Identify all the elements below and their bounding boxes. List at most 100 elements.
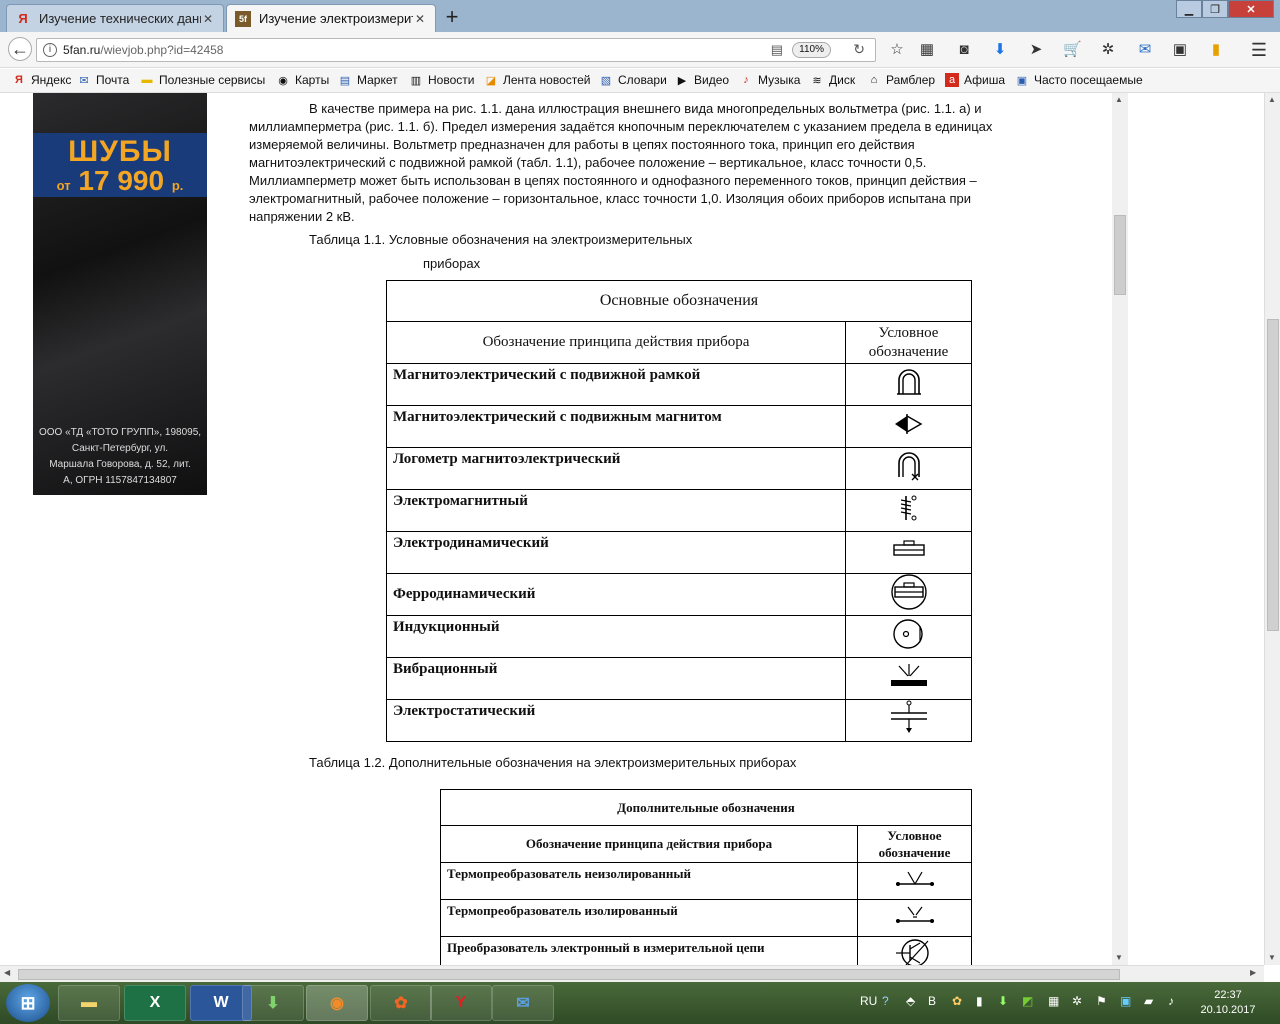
electrodynamic-symbol <box>845 531 972 574</box>
scroll-up-arrow-icon[interactable]: ▲ <box>1115 95 1123 104</box>
windows-taskbar: ⊞ ▬ X W ⬇ ◉ ✿ Y ✉ RU ? ⬘ В ✿ ▮ ⬇ ◩ ▦ ✲ ⚑… <box>0 982 1280 1024</box>
scroll-right-arrow-icon[interactable]: ▶ <box>1250 968 1256 977</box>
reader-view-icon[interactable]: ▤ <box>771 42 783 58</box>
scroll-up-arrow-icon[interactable]: ▲ <box>1268 95 1276 104</box>
bookmark-services[interactable]: ▬ Полезные сервисы <box>140 73 266 87</box>
language-indicator[interactable]: RU <box>860 994 877 1008</box>
bookmark-music[interactable]: ♪ Музыка <box>739 73 800 87</box>
page-scroll-thumb[interactable] <box>1267 319 1279 631</box>
table1-caption: Таблица 1.1. Условные обозначения на эле… <box>309 232 693 247</box>
column-header: Обозначение принципа действия прибора <box>386 321 846 364</box>
dictionary-icon: ▧ <box>600 74 612 87</box>
cart-icon[interactable]: 🛒 <box>1063 41 1082 59</box>
url-bar[interactable]: i 5fan.ru/wievjob.php?id=42458 ▤ 110% ↻ <box>36 38 876 62</box>
signal-icon[interactable]: ▰ <box>1144 994 1153 1008</box>
screenshot-icon[interactable]: ▣ <box>1171 41 1189 59</box>
help-icon[interactable]: ? <box>882 994 889 1008</box>
table-basic-symbols: Основные обозначения Обозначение принцип… <box>386 280 972 742</box>
flag-icon[interactable]: ⚑ <box>1096 994 1107 1008</box>
tray-arrows-icon[interactable]: ⬘ <box>906 994 915 1008</box>
media-player-icon[interactable]: ✿ <box>370 985 432 1021</box>
bookmark-dictionaries[interactable]: ▧ Словари <box>599 73 667 87</box>
close-tab-icon[interactable]: ✕ <box>413 12 427 26</box>
ad-headline: ШУБЫ <box>68 135 172 168</box>
firefox-icon[interactable]: ◉ <box>306 985 368 1021</box>
download-icon[interactable]: ⬇ <box>991 41 1009 59</box>
tray-gear-icon[interactable]: ✲ <box>1072 994 1082 1008</box>
bookmark-mail[interactable]: ✉ Почта <box>77 73 129 87</box>
tray-download-icon[interactable]: ⬇ <box>998 994 1008 1008</box>
vk-icon[interactable]: В <box>928 994 936 1008</box>
tab-technical-data[interactable]: Я Изучение технических данн ✕ <box>6 4 224 32</box>
menu-icon[interactable]: ☰ <box>1250 41 1268 59</box>
tray-flower-icon[interactable]: ✿ <box>952 994 962 1008</box>
bookmark-market[interactable]: ▤ Маркет <box>338 73 398 87</box>
horizontal-scroll-thumb[interactable] <box>18 969 1120 980</box>
maximize-button[interactable]: ❐ <box>1202 0 1228 18</box>
yandex-browser-icon[interactable]: Y <box>430 985 492 1021</box>
bookmark-disk[interactable]: ≋ Диск <box>810 73 855 87</box>
market-icon: ▤ <box>339 74 351 87</box>
pocket-icon[interactable]: ◙ <box>955 41 973 59</box>
bookmark-newsfeed[interactable]: ◪ Лента новостей <box>484 73 591 87</box>
moving-coil-symbol <box>845 363 972 406</box>
bookmark-news[interactable]: ▥ Новости <box>409 73 475 87</box>
info-icon[interactable]: i <box>43 43 57 57</box>
table-row-label: Преобразователь электронный в измеритель… <box>440 936 858 965</box>
star-icon[interactable]: ☆ <box>888 41 906 59</box>
download-icon[interactable]: ⬇ <box>242 985 304 1021</box>
thermo-uninsulated-symbol <box>857 862 972 900</box>
tab-electrical-meters[interactable]: 5f Изучение электроизмерите ✕ <box>226 4 436 32</box>
battery-icon[interactable]: ▮ <box>976 994 983 1008</box>
content-scroll-thumb[interactable] <box>1114 215 1126 295</box>
minimize-button[interactable]: ▁ <box>1176 0 1202 18</box>
map-icon: ◉ <box>278 74 288 87</box>
scroll-down-arrow-icon[interactable]: ▼ <box>1115 953 1123 962</box>
extension-icon[interactable]: ✲ <box>1099 41 1117 59</box>
reading-list-icon[interactable]: ▦ <box>918 41 936 59</box>
thunderbird-icon[interactable]: ✉ <box>492 985 554 1021</box>
network-icon[interactable]: ▦ <box>1048 994 1059 1008</box>
start-button[interactable]: ⊞ <box>6 984 50 1022</box>
clock[interactable]: 22:37 20.10.2017 <box>1196 988 1260 1018</box>
content-scrollbar[interactable]: ▲ ▼ <box>1112 93 1128 965</box>
url-text[interactable]: 5fan.ru/wievjob.php?id=42458 <box>63 43 223 57</box>
new-tab-button[interactable]: + <box>440 4 464 30</box>
close-window-button[interactable]: ✕ <box>1228 0 1274 18</box>
bookmark-maps[interactable]: ◉ Карты <box>276 73 329 87</box>
electrostatic-symbol <box>845 699 972 742</box>
excel-icon[interactable]: X <box>124 985 186 1021</box>
explorer-icon[interactable]: ▬ <box>58 985 120 1021</box>
yandex-icon: Я <box>18 11 28 26</box>
scroll-down-arrow-icon[interactable]: ▼ <box>1268 953 1276 962</box>
volume-icon[interactable]: ♪ <box>1168 994 1174 1008</box>
bookmark-flag-icon[interactable]: ▮ <box>1207 41 1225 59</box>
bookmark-yandex[interactable]: Я Яндекс <box>12 73 71 87</box>
send-icon[interactable]: ➤ <box>1027 41 1045 59</box>
bookmark-frequent[interactable]: ▣ Часто посещаемые <box>1015 73 1143 87</box>
article-line: измеряемой величины. Вольтметр предназна… <box>249 137 915 152</box>
advertisement-banner[interactable]: ШУБЫ от 17 990 р. ООО «ТД «ТОТО ГРУПП», … <box>33 93 207 495</box>
site-icon: 5f <box>235 10 251 27</box>
table-row-label: Магнитоэлектрический с подвижным магнито… <box>386 405 846 448</box>
column-header: Условное обозначение <box>845 321 972 364</box>
bookmark-video[interactable]: ▶ Видео <box>675 73 729 87</box>
back-button[interactable]: ← <box>8 37 32 61</box>
tab-strip: Я Изучение технических данн ✕ 5f Изучени… <box>0 0 1280 32</box>
bookmark-afisha[interactable]: a Афиша <box>945 73 1005 87</box>
horizontal-scrollbar[interactable]: ◀ ▶ <box>0 965 1264 982</box>
thermo-insulated-symbol <box>857 899 972 937</box>
article-line: электромагнитный, рабочее положение – го… <box>249 191 972 206</box>
bookmark-rambler[interactable]: ⌂ Рамблер <box>867 73 935 87</box>
mail-badge-icon[interactable]: ✉ <box>1136 41 1154 59</box>
page-scrollbar[interactable]: ▲ ▼ <box>1264 93 1280 965</box>
tray-app-icon[interactable]: ▣ <box>1120 994 1131 1008</box>
close-tab-icon[interactable]: ✕ <box>201 12 215 26</box>
reload-icon[interactable]: ↻ <box>853 41 865 58</box>
ratiometer-symbol <box>845 447 972 490</box>
nvidia-icon[interactable]: ◩ <box>1022 994 1033 1008</box>
music-icon: ♪ <box>743 74 749 86</box>
zoom-indicator[interactable]: 110% <box>792 42 831 58</box>
news-icon: ▥ <box>410 74 422 87</box>
scroll-left-arrow-icon[interactable]: ◀ <box>4 968 10 977</box>
